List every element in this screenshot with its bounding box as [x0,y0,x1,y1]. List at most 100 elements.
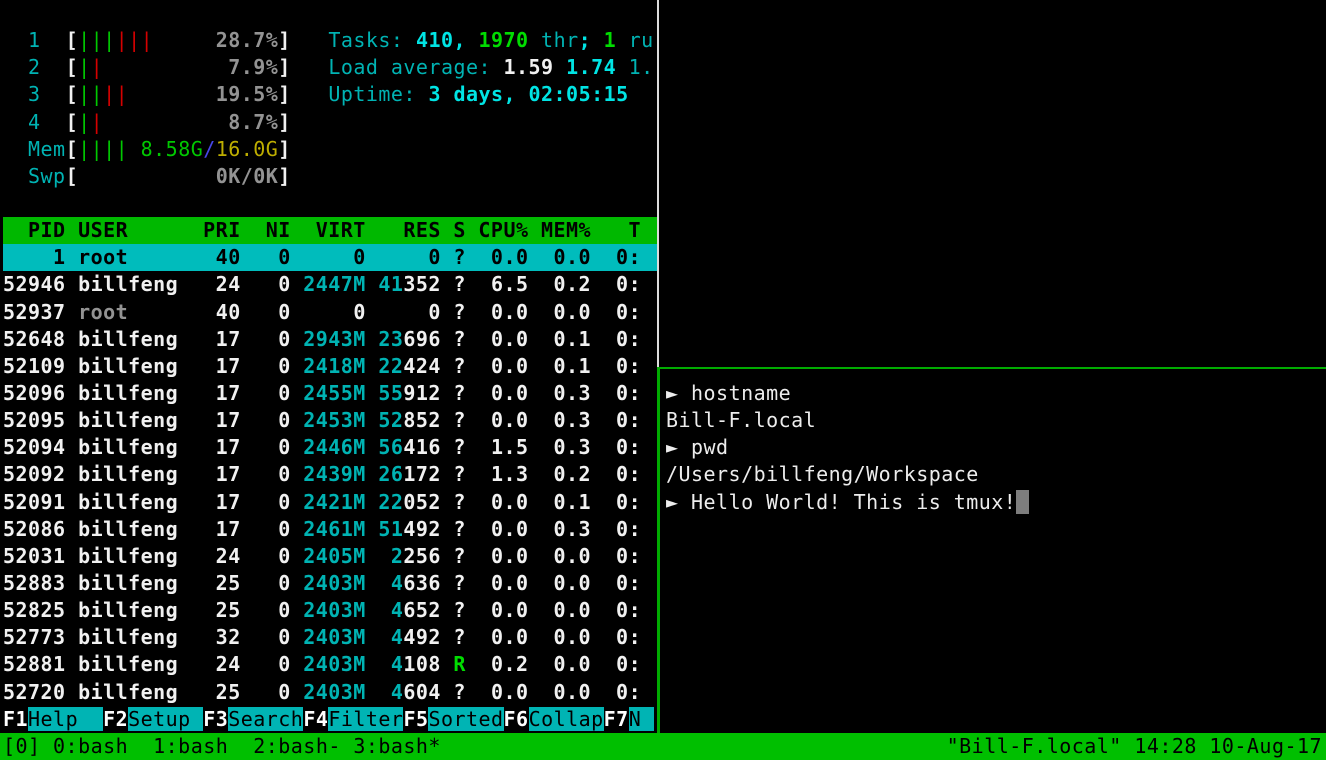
text-segment: 256 ? 0.0 0.0 0: [403,544,641,568]
text-segment [3,137,28,161]
text-segment: 22 [378,490,403,514]
f6-collap-button[interactable]: Collap [529,707,604,731]
text-segment: 1 root 40 0 0 0 ? 0.0 0.0 0: [3,245,641,269]
text-segment: 2446M [303,435,366,459]
f3-key[interactable]: F3 [203,707,228,731]
process-row-52825[interactable]: 52825 billfeng 25 0 2403M 4652 ? 0.0 0.0… [3,597,641,624]
cpu1-meter-and-tasks: 1 [|||||| 28.7%] Tasks: 410, 1970 thr; 1… [3,27,654,54]
text-segment [366,680,391,704]
window-tab-2-last[interactable]: 2:bash- [253,734,341,758]
text-segment: 2455M [303,381,366,405]
process-row-52092[interactable]: 52092 billfeng 17 0 2439M 26172 ? 1.3 0.… [3,461,641,488]
process-row-52109[interactable]: 52109 billfeng 17 0 2418M 22424 ? 0.0 0.… [3,353,641,380]
text-segment: ||| [116,28,154,52]
process-row-1-selected[interactable]: 1 root 40 0 0 0 ? 0.0 0.0 0: [3,244,658,271]
f2-key[interactable]: F2 [103,707,128,731]
text-segment: 52 [378,408,403,432]
pane-border-vertical-inactive [657,0,659,367]
text-segment: 1 [604,28,617,52]
text-segment: 52092 billfeng 17 0 [3,462,303,486]
process-table-header[interactable]: PID USER PRI NI VIRT RES S CPU% MEM% T [3,217,658,244]
process-row-52094[interactable]: 52094 billfeng 17 0 2446M 56416 ? 1.5 0.… [3,434,641,461]
text-segment [103,110,228,134]
text-segment [366,598,391,622]
text-segment [366,625,391,649]
text-segment: ||| [78,28,116,52]
shell-command-current[interactable]: ► Hello World! This is tmux! [666,489,1029,516]
shell-pane[interactable]: ► hostnameBill-F.local► pwd/Users/billfe… [660,369,1326,733]
text-segment: /Users/billfeng/Workspace [666,462,979,486]
text-segment: ; [579,28,604,52]
session-prefix: [0] [3,734,53,758]
f5-sorted-button[interactable]: Sorted [428,707,503,731]
f1-key[interactable]: F1 [3,707,28,731]
prompt-arrow: ► [666,490,691,514]
swap-meter: Swp[ 0K/0K] [3,163,291,190]
text-segment: 2403M [303,598,366,622]
text-segment: 41 [378,272,403,296]
text-segment [554,55,567,79]
prompt-arrow: ► [666,435,691,459]
text-segment: 52937 [3,300,78,324]
f7-key[interactable]: F7 [604,707,629,731]
f6-key[interactable]: F6 [504,707,529,731]
process-row-52720[interactable]: 52720 billfeng 25 0 2403M 4604 ? 0.0 0.0… [3,679,641,706]
tmux-status-right: "Bill-F.local" 14:28 10-Aug-17 [947,733,1322,760]
text-segment: ] [278,82,291,106]
text-segment: R [453,652,466,676]
f3-search-button[interactable]: Search [228,707,303,731]
text-segment [366,652,391,676]
text-segment: PID USER PRI NI VIRT RES S CPU% MEM% T [3,218,641,242]
text-segment: 56 [378,435,403,459]
window-tab-0[interactable]: 0:bash [53,734,128,758]
process-row-52095[interactable]: 52095 billfeng 17 0 2453M 52852 ? 0.0 0.… [3,407,641,434]
process-row-52883[interactable]: 52883 billfeng 25 0 2403M 4636 ? 0.0 0.0… [3,570,641,597]
text-segment: 52086 billfeng 17 0 [3,517,303,541]
tmux-screen: 1 [|||||| 28.7%] Tasks: 410, 1970 thr; 1… [0,0,1326,760]
text-segment: | [78,55,91,79]
process-row-52096[interactable]: 52096 billfeng 17 0 2455M 55912 ? 0.0 0.… [3,380,641,407]
text-segment: Swp [28,164,66,188]
text-segment: 1.74 [566,55,616,79]
memory-meter: Mem[|||| 8.58G/16.0G] [3,136,291,163]
text-segment: 696 ? 0.0 0.1 0: [403,327,641,351]
text-segment [78,164,216,188]
process-row-52648[interactable]: 52648 billfeng 17 0 2943M 23696 ? 0.0 0.… [3,326,641,353]
text-segment: 7.9% [228,55,278,79]
text-segment: 22 [378,354,403,378]
f4-key[interactable]: F4 [303,707,328,731]
text-segment: Bill-F.local [666,408,816,432]
text-segment: 2 [3,55,66,79]
process-row-52086[interactable]: 52086 billfeng 17 0 2461M 51492 ? 0.0 0.… [3,516,641,543]
process-row-52091[interactable]: 52091 billfeng 17 0 2421M 22052 ? 0.0 0.… [3,489,641,516]
text-segment [366,544,391,568]
f7-nice-button[interactable]: N [629,707,654,731]
text-segment: 424 ? 0.0 0.1 0: [403,354,641,378]
process-row-52773[interactable]: 52773 billfeng 32 0 2403M 4492 ? 0.0 0.0… [3,624,641,651]
window-tab-3-current[interactable]: 3:bash* [353,734,441,758]
text-segment: 52091 billfeng 17 0 [3,490,303,514]
f2-setup-button[interactable]: Setup [128,707,203,731]
text-segment: root [78,300,128,324]
text-segment [153,28,216,52]
f1-help-button[interactable]: Help [28,707,103,731]
text-segment: 19.5% [216,82,279,106]
text-segment: |||| [78,137,128,161]
window-tab-1[interactable]: 1:bash [153,734,228,758]
process-row-52946[interactable]: 52946 billfeng 24 0 2447M 41352 ? 6.5 0.… [3,271,641,298]
text-segment [366,354,379,378]
command-text: hostname [691,381,791,405]
text-segment: [ [66,82,79,106]
f4-filter-button[interactable]: Filter [328,707,403,731]
process-row-52937[interactable]: 52937 root 40 0 0 0 ? 0.0 0.0 0: [3,299,641,326]
f5-key[interactable]: F5 [403,707,428,731]
text-segment: Load average: [328,55,503,79]
process-row-52881[interactable]: 52881 billfeng 24 0 2403M 4108 R 0.2 0.0… [3,651,641,678]
prompt-arrow: ► [666,381,691,405]
spacer [341,734,354,758]
text-segment: 4 [391,652,404,676]
text-segment: 23 [378,327,403,351]
text-segment: / [203,137,216,161]
text-segment: 352 ? 6.5 0.2 0: [403,272,641,296]
process-row-52031[interactable]: 52031 billfeng 24 0 2405M 2256 ? 0.0 0.0… [3,543,641,570]
